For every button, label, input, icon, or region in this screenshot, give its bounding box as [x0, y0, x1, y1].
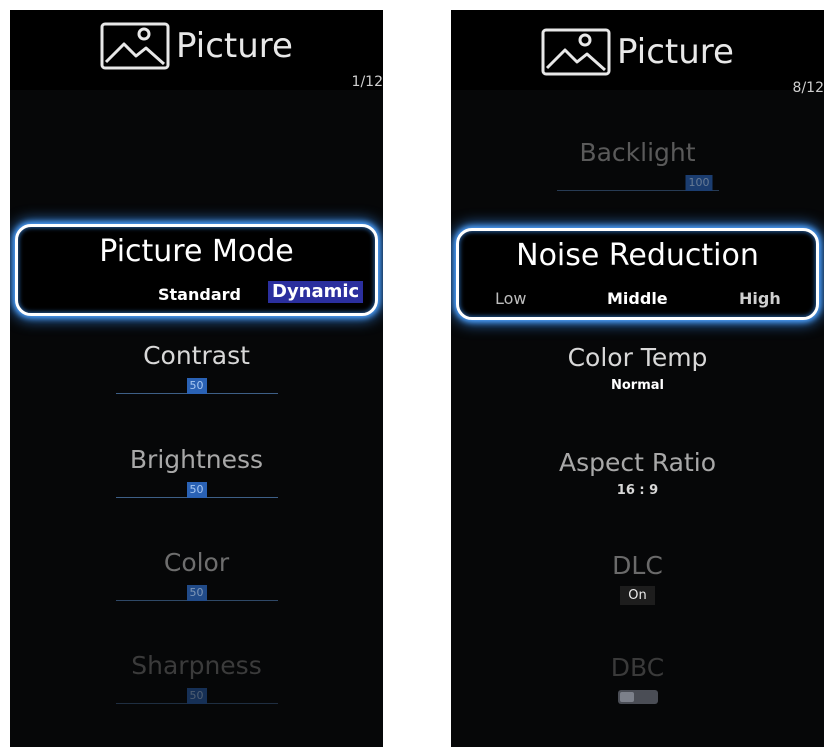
toggle-knob	[619, 692, 634, 702]
title-group: Picture	[10, 22, 383, 70]
title-group: Picture	[451, 28, 824, 76]
picture-icon	[541, 28, 611, 76]
header: Picture 8/12	[451, 10, 824, 96]
sharpness-label: Sharpness	[131, 651, 262, 680]
slider-value[interactable]: 50	[186, 378, 207, 394]
dlc-label: DLC	[612, 551, 663, 580]
option-middle[interactable]: Middle	[607, 291, 668, 307]
dbc-label: DBC	[610, 653, 665, 682]
noise-reduction-label: Noise Reduction	[516, 238, 759, 273]
dlc-value[interactable]: On	[620, 586, 655, 605]
slider-value[interactable]: 100	[685, 175, 713, 191]
aspect-ratio-value: 16 : 9	[616, 483, 659, 498]
brightness-slider[interactable]: 50	[115, 478, 278, 500]
color-label: Color	[163, 548, 230, 577]
aspect-ratio-item[interactable]: Aspect Ratio 16 : 9	[451, 450, 824, 498]
backlight-item[interactable]: Backlight 100	[451, 140, 824, 193]
page-title: Picture	[176, 26, 293, 66]
color-item[interactable]: Color 50	[10, 550, 383, 603]
noise-reduction-selector[interactable]: Noise Reduction Low Middle High	[456, 228, 819, 320]
page-indicator: 1/12	[351, 74, 383, 90]
page-title: Picture	[617, 32, 734, 72]
dbc-item[interactable]: DBC	[451, 655, 824, 708]
backlight-slider[interactable]: 100	[556, 171, 719, 193]
picture-icon	[100, 22, 170, 70]
backlight-label: Backlight	[579, 138, 696, 167]
right-screen: Picture 8/12 Backlight 100 Noise Reducti…	[451, 10, 824, 747]
color-temp-value: Normal	[611, 378, 664, 393]
color-temp-label: Color Temp	[567, 343, 708, 372]
dlc-item[interactable]: DLC On	[451, 553, 824, 605]
dbc-toggle[interactable]	[617, 690, 658, 704]
option-high[interactable]: High	[739, 291, 781, 307]
color-temp-item[interactable]: Color Temp Normal	[451, 345, 824, 393]
slider-value[interactable]: 50	[186, 688, 207, 704]
contrast-label: Contrast	[143, 341, 250, 370]
page-indicator: 8/12	[792, 80, 824, 96]
picture-mode-label: Picture Mode	[99, 234, 294, 269]
contrast-item[interactable]: Contrast 50	[10, 343, 383, 396]
sharpness-item[interactable]: Sharpness 50	[10, 653, 383, 706]
sharpness-slider[interactable]: 50	[115, 684, 278, 706]
option-low[interactable]: Low	[495, 291, 527, 307]
option-standard[interactable]: Standard	[158, 287, 241, 303]
color-slider[interactable]: 50	[115, 581, 278, 603]
aspect-ratio-label: Aspect Ratio	[558, 448, 717, 477]
left-screen: Picture 1/12 Picture Mode Standard Dynam…	[10, 10, 383, 747]
header: Picture 1/12	[10, 10, 383, 90]
brightness-label: Brightness	[129, 445, 264, 474]
contrast-slider[interactable]: 50	[115, 374, 278, 396]
slider-value[interactable]: 50	[186, 482, 207, 498]
slider-value[interactable]: 50	[186, 585, 207, 601]
option-dynamic[interactable]: Dynamic	[268, 281, 364, 303]
picture-mode-selector[interactable]: Picture Mode Standard Dynamic	[15, 224, 378, 316]
brightness-item[interactable]: Brightness 50	[10, 447, 383, 500]
